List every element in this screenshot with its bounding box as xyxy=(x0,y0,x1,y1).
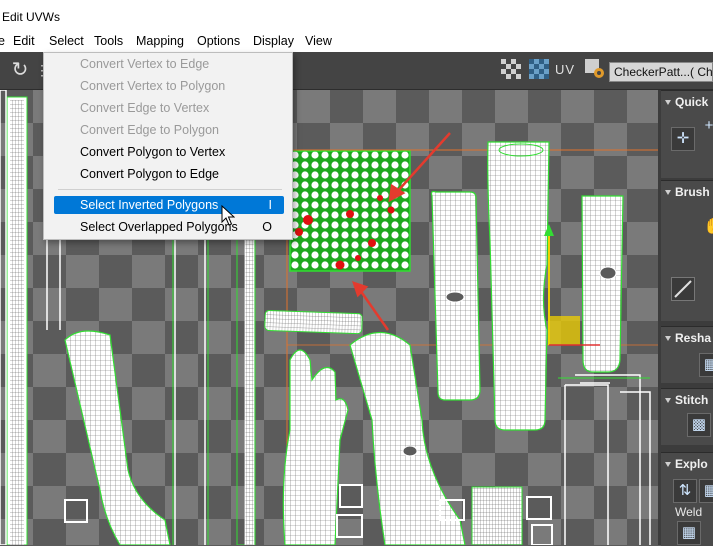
menu-item-convert-vertex-to-edge[interactable]: Convert Vertex to Edge xyxy=(54,55,284,73)
panel-title-reshape[interactable]: Resha xyxy=(665,331,711,345)
menu-item-label: Convert Edge to Vertex xyxy=(80,101,210,115)
texture-dropdown[interactable]: CheckerPatt...( Checke xyxy=(609,62,713,82)
menu-display[interactable]: Display xyxy=(253,34,294,48)
uv-island xyxy=(264,309,363,335)
menu-item-label: Convert Edge to Polygon xyxy=(80,123,219,137)
menu-item-label: Select Overlapped Polygons xyxy=(80,220,238,234)
explode-tool-icon[interactable]: ⇅ xyxy=(673,479,697,503)
uv-hole xyxy=(402,445,418,457)
checker-settings-icon[interactable] xyxy=(583,58,607,82)
menu-bar: e Edit Select Tools Mapping Options Disp… xyxy=(0,32,713,52)
menu-item-label: Convert Polygon to Edge xyxy=(80,167,219,181)
panel-reshape: Resha ▦ xyxy=(661,326,713,383)
menu-item-convert-edge-to-polygon[interactable]: Convert Edge to Polygon xyxy=(54,121,284,139)
panel-brush: Brush ✋ xyxy=(661,180,713,321)
explode-tool-2-icon[interactable]: ▦ xyxy=(699,479,713,503)
menu-item-label: Select Inverted Polygons xyxy=(80,198,219,212)
uv-island-edge xyxy=(172,225,209,545)
panel-title-quick[interactable]: Quick xyxy=(665,95,708,109)
brush-tool-icon[interactable]: ✋ xyxy=(701,216,713,240)
panel-explode: Explo ⇅ ▦ Weld ▦ xyxy=(661,452,713,546)
menu-file[interactable]: e xyxy=(0,34,5,48)
uv-island xyxy=(339,484,363,508)
weld-label: Weld xyxy=(675,505,703,519)
uv-island xyxy=(471,486,523,545)
menu-edit[interactable]: Edit xyxy=(13,34,35,48)
brush-line-icon[interactable] xyxy=(671,277,695,301)
reshape-tool-icon[interactable]: ▦ xyxy=(699,353,713,377)
menu-item-convert-polygon-to-edge[interactable]: Convert Polygon to Edge xyxy=(54,165,284,183)
uv-island xyxy=(526,496,552,520)
menu-tools[interactable]: Tools xyxy=(94,34,123,48)
uv-island xyxy=(64,330,171,545)
panel-title-brush[interactable]: Brush xyxy=(665,185,710,199)
menu-item-convert-edge-to-vertex[interactable]: Convert Edge to Vertex xyxy=(54,99,284,117)
menu-options[interactable]: Options xyxy=(197,34,240,48)
panel-title-explode[interactable]: Explo xyxy=(665,457,708,471)
checker-grid-icon[interactable] xyxy=(499,58,523,82)
uv-island xyxy=(64,499,88,523)
select-menu: Convert Vertex to Edge Convert Vertex to… xyxy=(43,52,293,240)
menu-item-label: Convert Vertex to Edge xyxy=(80,57,210,71)
menu-mapping[interactable]: Mapping xyxy=(136,34,184,48)
menu-select[interactable]: Select xyxy=(49,34,84,48)
title-bar: Edit UVWs xyxy=(0,0,713,32)
gizmo-plane[interactable] xyxy=(549,316,580,345)
menu-item-select-overlapped-polygons[interactable]: Select Overlapped Polygons O xyxy=(54,218,284,236)
uv-island xyxy=(244,224,255,545)
uv-island-edge xyxy=(564,374,651,545)
uv-island-edge xyxy=(0,90,7,545)
side-panel: Quick ✛ + Brush ✋ Resha ▦ Stitch ▩ Explo… xyxy=(658,90,713,546)
checker-map-icon[interactable] xyxy=(527,58,551,82)
uv-island xyxy=(487,141,550,431)
panel-title-stitch[interactable]: Stitch xyxy=(665,393,708,407)
menu-item-convert-polygon-to-vertex[interactable]: Convert Polygon to Vertex xyxy=(54,143,284,161)
window-title: Edit UVWs xyxy=(2,10,61,24)
quick-move-icon[interactable]: + xyxy=(697,115,713,139)
stitch-tool-icon[interactable]: ▩ xyxy=(687,413,711,437)
mouse-cursor-icon xyxy=(221,205,235,226)
menu-item-shortcut: O xyxy=(262,220,272,234)
menu-item-label: Convert Polygon to Vertex xyxy=(80,145,226,159)
menu-item-convert-vertex-to-polygon[interactable]: Convert Vertex to Polygon xyxy=(54,77,284,95)
menu-view[interactable]: View xyxy=(305,34,332,48)
weld-tool-icon[interactable]: ▦ xyxy=(677,521,701,545)
uv-label: UV xyxy=(555,62,576,77)
uv-island xyxy=(10,100,24,545)
quick-transform-icon[interactable]: ✛ xyxy=(671,127,695,151)
menu-separator xyxy=(58,189,282,190)
panel-quick: Quick ✛ + xyxy=(661,90,713,178)
redo-icon[interactable]: ↻ xyxy=(8,58,32,82)
menu-item-select-inverted-polygons[interactable]: Select Inverted Polygons I xyxy=(54,196,284,214)
uv-hole xyxy=(599,266,617,280)
panel-stitch: Stitch ▩ xyxy=(661,388,713,445)
uv-island xyxy=(531,524,553,545)
menu-item-shortcut: I xyxy=(268,198,272,212)
uv-hole xyxy=(445,291,465,303)
menu-item-label: Convert Vertex to Polygon xyxy=(80,79,226,93)
uv-island xyxy=(336,514,363,538)
